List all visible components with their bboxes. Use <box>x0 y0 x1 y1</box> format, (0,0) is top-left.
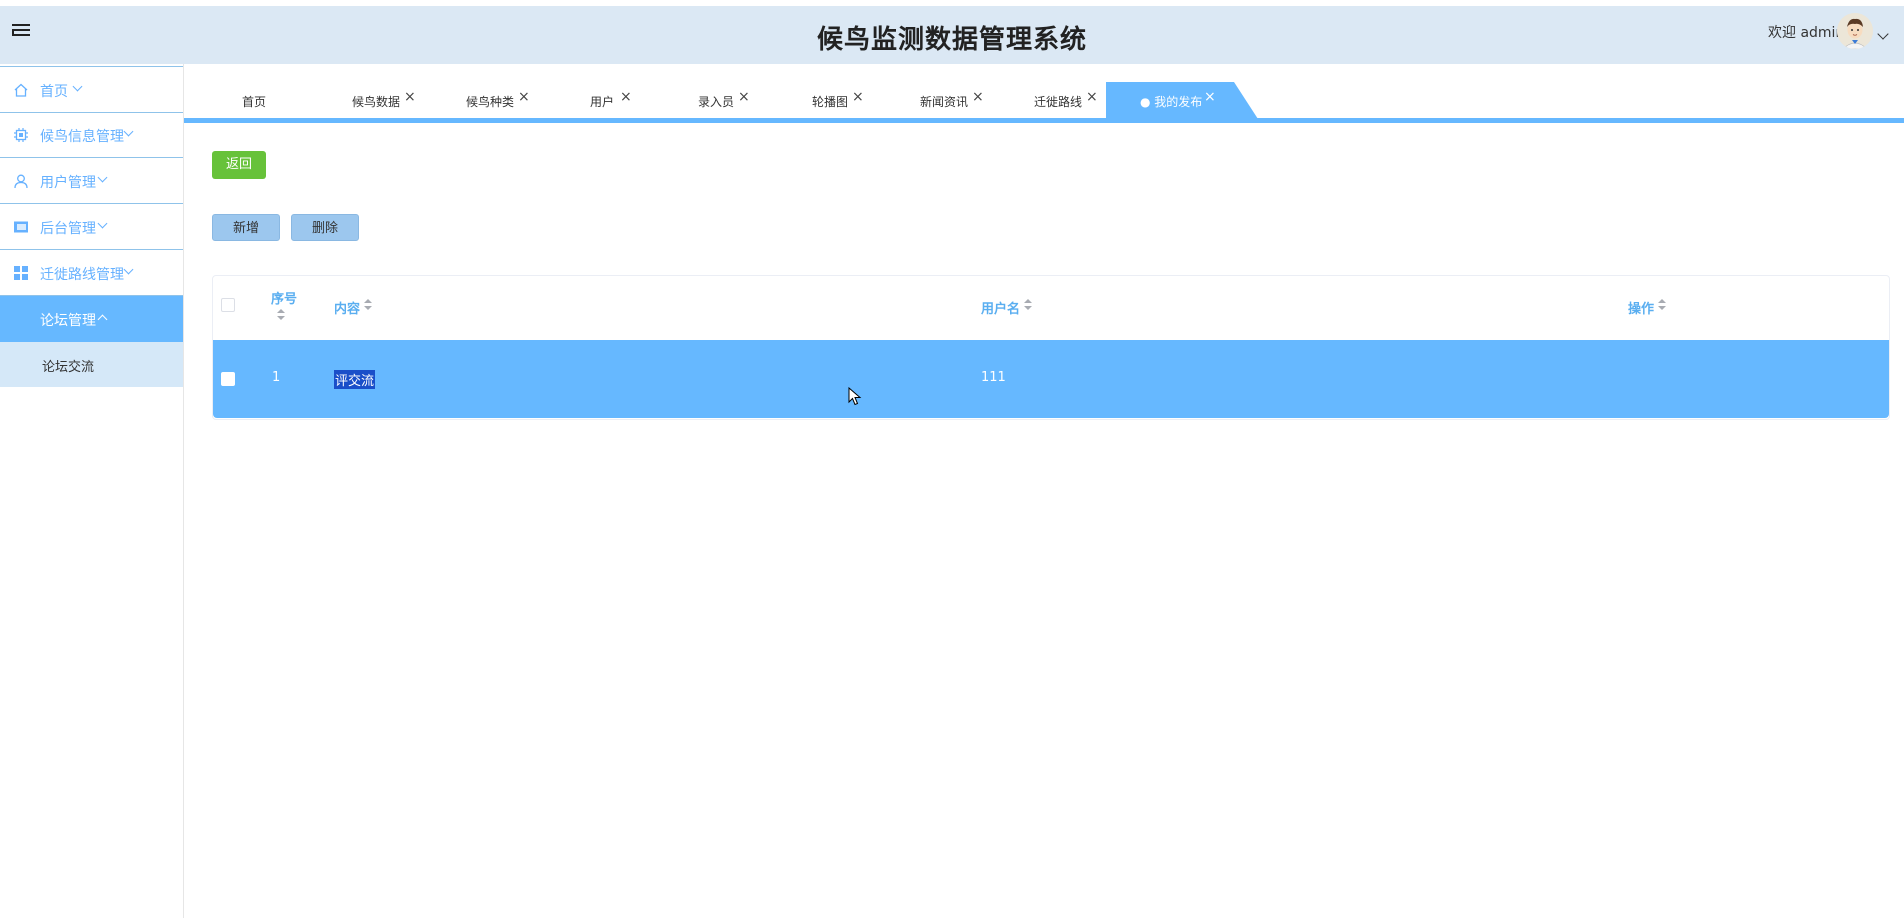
close-icon[interactable]: × <box>1086 89 1098 105</box>
column-header-content[interactable]: 内容 <box>334 298 360 317</box>
user-avatar-icon <box>1837 13 1873 49</box>
grid-icon <box>14 266 28 280</box>
chevron-down-icon <box>97 218 108 229</box>
close-icon[interactable]: × <box>1204 89 1216 105</box>
sidebar-item-forum[interactable]: 论坛管理 <box>0 296 183 342</box>
table-row[interactable]: 1 评交流 111 <box>213 340 1889 418</box>
tab-label: 轮播图 <box>812 95 849 109</box>
welcome-text: 欢迎 admin <box>1768 25 1845 41</box>
sort-icon[interactable] <box>1024 299 1032 311</box>
home-icon <box>14 83 28 97</box>
panel-icon <box>14 221 28 233</box>
sidebar-item-label: 论坛管理 <box>40 313 96 329</box>
chevron-down-icon <box>123 264 134 275</box>
sidebar-item-label: 候鸟信息管理 <box>40 129 124 145</box>
tab-bar: 首页 候鸟数据 × 候鸟种类 × 用户 × 录入员 × 轮播图 × 新闻资讯 ×… <box>184 82 1904 122</box>
row-content: 评交流 <box>334 370 376 389</box>
tab-news[interactable]: 新闻资讯 × <box>844 82 984 119</box>
tab-home[interactable]: 首页 <box>204 82 294 119</box>
back-button[interactable]: 返回 <box>212 151 266 179</box>
top-header: 候鸟监测数据管理系统 欢迎 admin <box>0 6 1904 64</box>
tab-underline <box>184 118 1904 123</box>
sidebar-subitem-forum-discussion[interactable]: 论坛交流 <box>0 342 183 387</box>
column-header-index[interactable]: 序号 <box>271 288 297 307</box>
sidebar-item-home[interactable]: 首页 <box>0 66 183 113</box>
sidebar-item-backend[interactable]: 后台管理 <box>0 204 183 250</box>
tab-label: 录入员 <box>698 95 735 109</box>
sidebar-item-label: 首页 <box>40 84 68 100</box>
sidebar-subitem-label: 论坛交流 <box>42 360 95 375</box>
sidebar: 首页 候鸟信息管理 用户管理 后台管理 迁徙路线管理 论坛管理 论坛交流 <box>0 64 184 918</box>
tab-recorder[interactable]: 录入员 × <box>624 82 750 119</box>
tab-my-posts[interactable]: ● 我的发布 × <box>1106 82 1258 119</box>
add-button[interactable]: 新增 <box>212 214 280 241</box>
tab-bird-data[interactable]: 候鸟数据 × <box>294 82 416 119</box>
chevron-down-icon <box>123 126 134 137</box>
sidebar-item-label: 用户管理 <box>40 175 96 191</box>
sidebar-item-label: 迁徙路线管理 <box>40 267 124 283</box>
tab-label: 候鸟种类 <box>466 95 515 109</box>
row-username: 111 <box>981 370 1006 385</box>
user-icon <box>14 174 28 189</box>
row-index: 1 <box>272 370 281 385</box>
tab-bird-species[interactable]: 候鸟种类 × <box>404 82 530 119</box>
column-header-operation[interactable]: 操作 <box>1628 298 1654 317</box>
tab-label: 用户 <box>590 95 615 109</box>
sort-icon[interactable] <box>277 309 285 321</box>
row-checkbox[interactable] <box>221 372 235 386</box>
column-header-username[interactable]: 用户名 <box>981 298 1020 317</box>
posts-table: 序号 内容 用户名 操作 1 评交流 111 <box>212 275 1890 420</box>
mouse-cursor-icon <box>848 387 862 406</box>
avatar[interactable] <box>1837 13 1873 49</box>
chip-icon <box>14 128 28 142</box>
app-title: 候鸟监测数据管理系统 <box>816 25 1087 55</box>
chevron-up-icon <box>97 314 108 325</box>
select-all-checkbox[interactable] <box>221 298 235 312</box>
sidebar-item-label: 后台管理 <box>40 221 96 237</box>
tab-routes[interactable]: 迁徙路线 × <box>954 82 1104 119</box>
sidebar-item-bird-info[interactable]: 候鸟信息管理 <box>0 112 183 158</box>
sidebar-item-users[interactable]: 用户管理 <box>0 158 183 204</box>
chevron-down-icon <box>97 172 108 183</box>
tab-label: ● 我的发布 <box>1140 95 1203 109</box>
tab-label: 候鸟数据 <box>352 95 401 109</box>
tab-label: 迁徙路线 <box>1034 95 1083 109</box>
sidebar-item-routes[interactable]: 迁徙路线管理 <box>0 250 183 296</box>
sort-icon[interactable] <box>1658 299 1666 311</box>
tab-label: 首页 <box>242 95 267 109</box>
delete-button[interactable]: 删除 <box>291 214 359 241</box>
sort-icon[interactable] <box>364 299 372 311</box>
tab-carousel[interactable]: 轮播图 × <box>734 82 864 119</box>
tab-user[interactable]: 用户 × <box>514 82 632 119</box>
chevron-down-icon <box>72 81 83 92</box>
